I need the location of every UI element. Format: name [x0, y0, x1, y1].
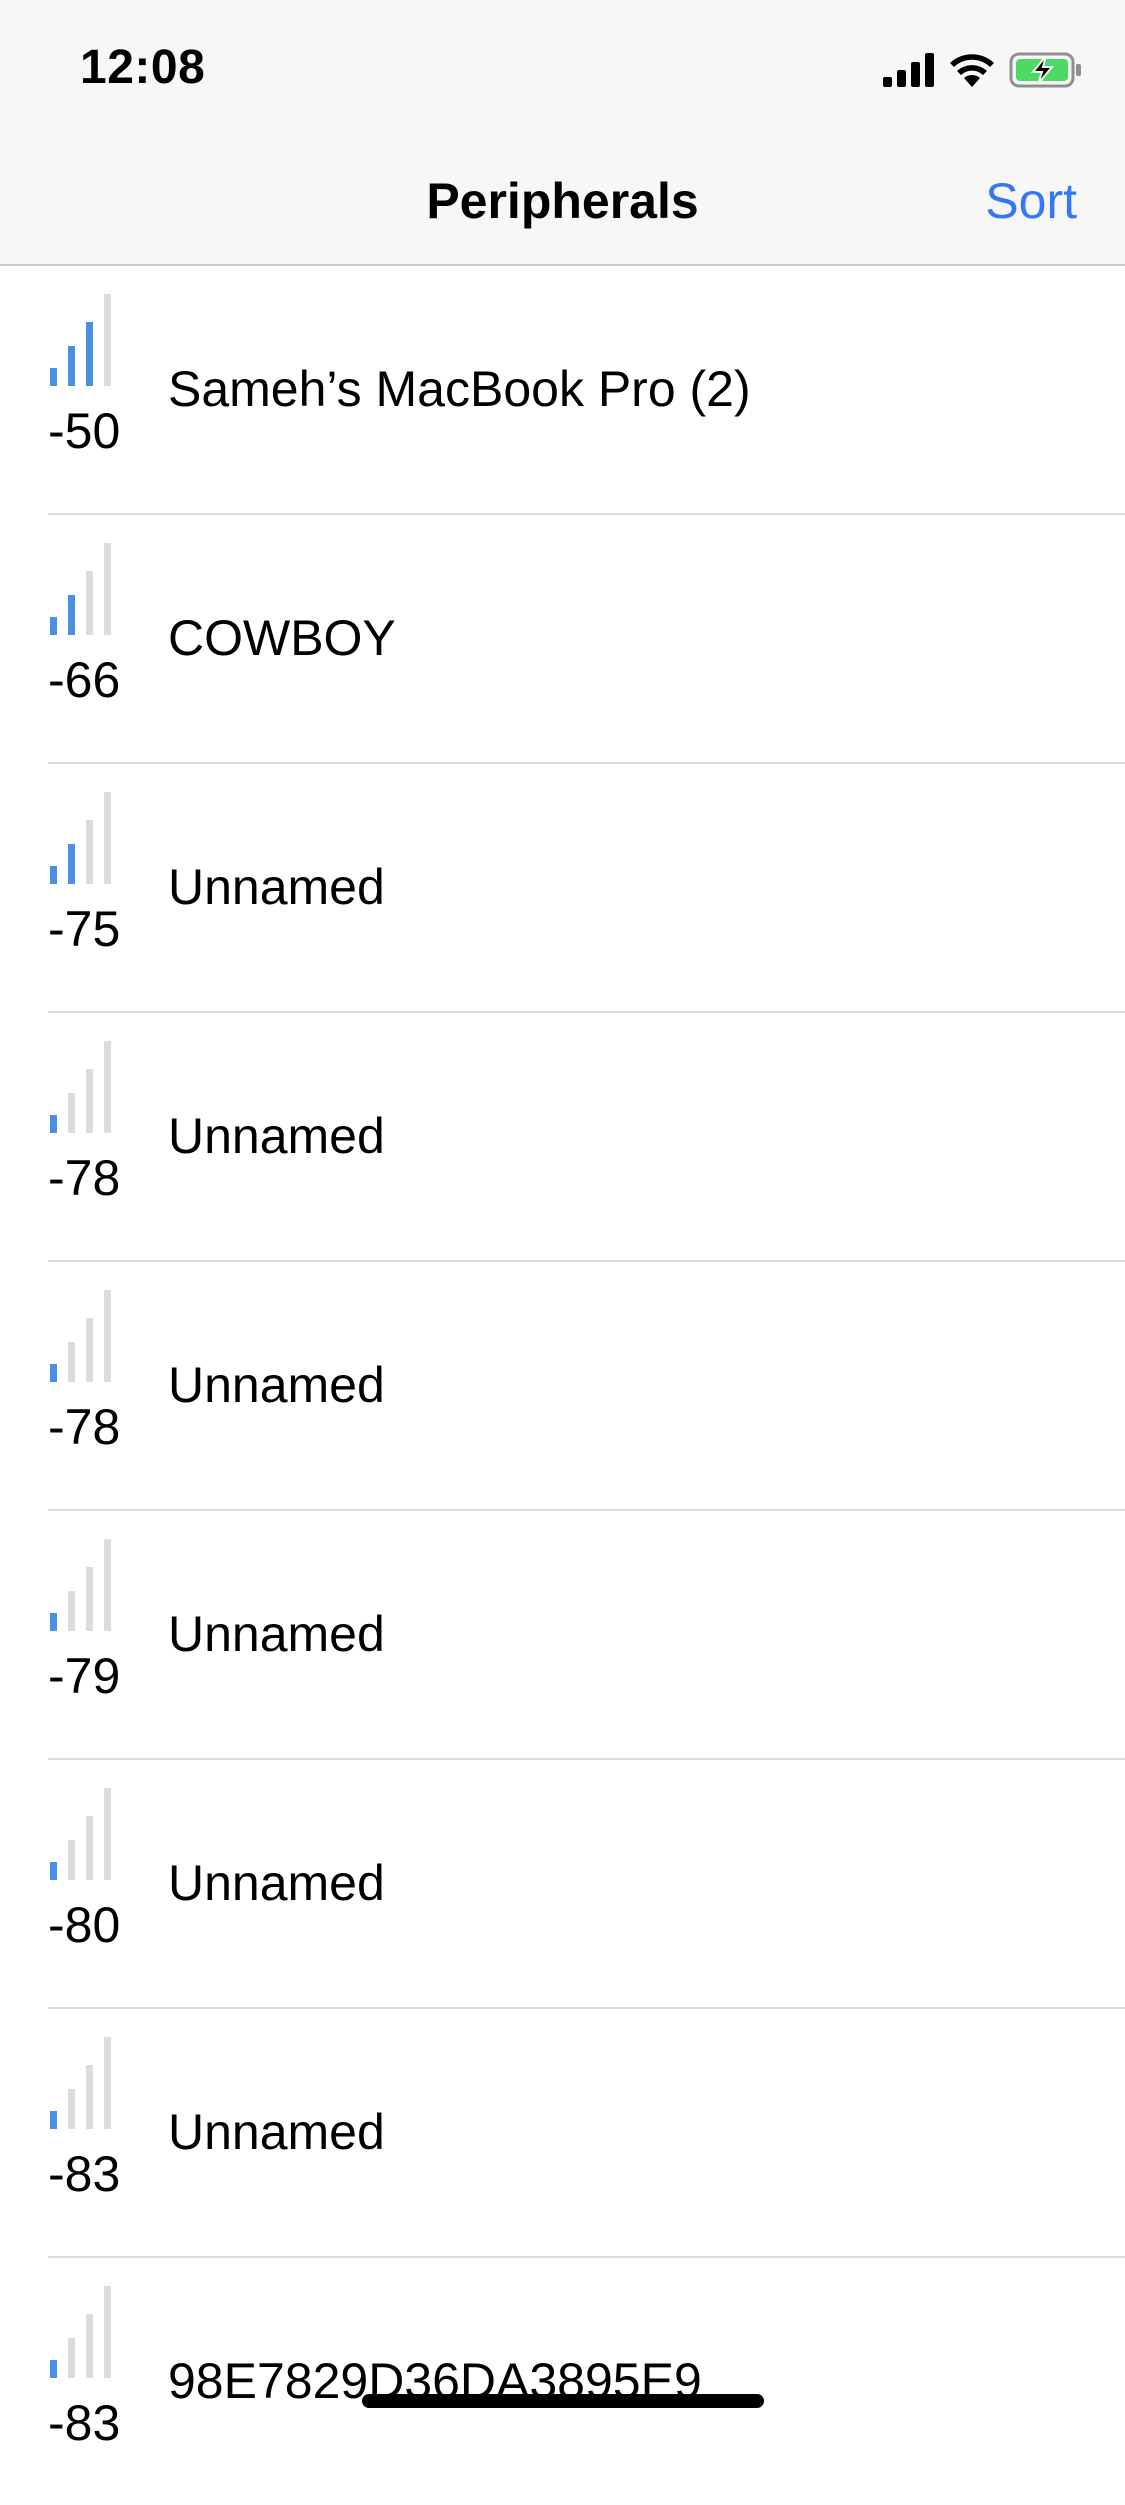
- signal-bar: [68, 844, 75, 884]
- signal-strength-icon: [50, 1041, 111, 1133]
- status-icons: [883, 48, 1083, 92]
- navigation-bar: Peripherals Sort: [0, 132, 1125, 266]
- peripheral-row[interactable]: -83 Unnamed: [48, 2009, 1125, 2258]
- battery-charging-icon: [1009, 52, 1081, 88]
- peripheral-row[interactable]: -50 Sameh’s MacBook Pro (2): [48, 266, 1125, 515]
- signal-bar: [68, 2089, 75, 2129]
- signal-bar: [86, 2065, 93, 2129]
- peripheral-row[interactable]: -83 98E7829D36DA3895E9: [48, 2258, 1125, 2505]
- status-bar: 12:08: [0, 0, 1125, 132]
- signal-bar: [86, 2314, 93, 2378]
- signal-bar: [86, 1069, 93, 1133]
- signal-bar: [68, 1093, 75, 1133]
- peripheral-name: COWBOY: [168, 610, 396, 666]
- signal-strength-icon: [50, 294, 111, 386]
- cellular-signal-icon: [883, 53, 934, 87]
- rssi-value: -80: [48, 1897, 121, 1953]
- signal-strength-icon: [50, 2286, 111, 2378]
- signal-bar: [50, 866, 57, 884]
- peripheral-name: Unnamed: [168, 859, 385, 915]
- signal-bar: [104, 1290, 111, 1382]
- peripheral-name: Unnamed: [168, 1606, 385, 1662]
- sort-button[interactable]: Sort: [985, 172, 1077, 230]
- peripheral-list: -50 Sameh’s MacBook Pro (2) -66 COWBOY -75 Un…: [0, 266, 1125, 2505]
- signal-bar: [50, 2111, 57, 2129]
- signal-bar: [104, 543, 111, 635]
- peripheral-row[interactable]: -80 Unnamed: [48, 1760, 1125, 2009]
- peripheral-name: Sameh’s MacBook Pro (2): [168, 361, 751, 417]
- rssi-value: -50: [48, 403, 121, 459]
- signal-strength-icon: [50, 792, 111, 884]
- signal-bar: [104, 1041, 111, 1133]
- rssi-value: -75: [48, 901, 121, 957]
- signal-bar: [50, 617, 57, 635]
- signal-bar: [50, 368, 57, 386]
- rssi-value: -83: [48, 2146, 121, 2202]
- signal-bar: [50, 1862, 57, 1880]
- home-indicator[interactable]: [362, 2394, 764, 2408]
- peripheral-row[interactable]: -75 Unnamed: [48, 764, 1125, 1013]
- rssi-value: -79: [48, 1648, 121, 1704]
- signal-bar: [86, 1318, 93, 1382]
- page-title: Peripherals: [426, 173, 699, 229]
- signal-bar: [86, 571, 93, 635]
- signal-bar: [104, 1539, 111, 1631]
- signal-bar: [104, 792, 111, 884]
- rssi-value: -78: [48, 1150, 121, 1206]
- peripheral-row[interactable]: -66 COWBOY: [48, 515, 1125, 764]
- signal-bar: [68, 2338, 75, 2378]
- peripheral-row[interactable]: -79 Unnamed: [48, 1511, 1125, 1760]
- signal-bar: [68, 1840, 75, 1880]
- signal-strength-icon: [50, 1539, 111, 1631]
- signal-bar: [50, 1613, 57, 1631]
- signal-bar: [68, 346, 75, 386]
- peripheral-name: Unnamed: [168, 2104, 385, 2160]
- signal-bar: [104, 1788, 111, 1880]
- signal-bar: [68, 1342, 75, 1382]
- peripheral-row[interactable]: -78 Unnamed: [48, 1013, 1125, 1262]
- signal-bar: [104, 2037, 111, 2129]
- signal-strength-icon: [50, 543, 111, 635]
- rssi-value: -83: [48, 2395, 121, 2451]
- signal-bar: [86, 322, 93, 386]
- signal-strength-icon: [50, 1290, 111, 1382]
- peripheral-name: Unnamed: [168, 1108, 385, 1164]
- signal-bar: [104, 294, 111, 386]
- signal-bar: [50, 1364, 57, 1382]
- rssi-value: -66: [48, 652, 121, 708]
- peripheral-name: Unnamed: [168, 1855, 385, 1911]
- signal-bar: [104, 2286, 111, 2378]
- signal-strength-icon: [50, 2037, 111, 2129]
- peripheral-name: Unnamed: [168, 1357, 385, 1413]
- rssi-value: -78: [48, 1399, 121, 1455]
- signal-bar: [50, 2360, 57, 2378]
- signal-bar: [86, 820, 93, 884]
- status-time: 12:08: [80, 41, 206, 94]
- wifi-icon: [950, 54, 994, 87]
- signal-bar: [86, 1567, 93, 1631]
- peripheral-row[interactable]: -78 Unnamed: [48, 1262, 1125, 1511]
- signal-bar: [68, 595, 75, 635]
- signal-bar: [50, 1115, 57, 1133]
- signal-strength-icon: [50, 1788, 111, 1880]
- signal-bar: [86, 1816, 93, 1880]
- signal-bar: [68, 1591, 75, 1631]
